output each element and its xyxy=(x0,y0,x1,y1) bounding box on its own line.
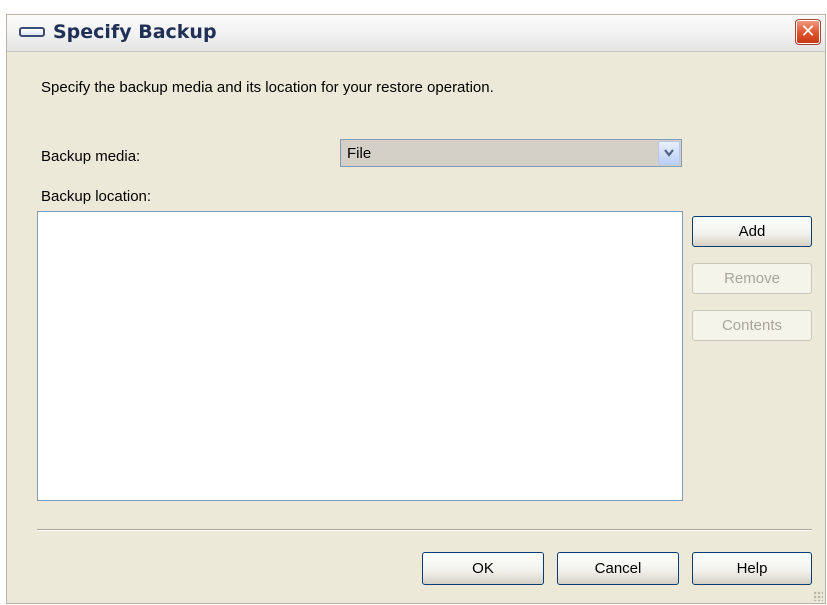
resize-grip-icon[interactable] xyxy=(813,591,823,601)
ok-button[interactable]: OK xyxy=(422,552,544,585)
divider xyxy=(37,529,812,531)
backup-location-label: Backup location: xyxy=(41,188,152,205)
backup-media-select[interactable]: File xyxy=(340,139,682,167)
title-bar[interactable]: Specify Backup ✕ xyxy=(7,15,825,52)
backup-location-list[interactable] xyxy=(37,211,683,501)
backup-media-label: Backup media: xyxy=(41,148,141,165)
window-icon xyxy=(19,27,45,37)
close-icon[interactable]: ✕ xyxy=(795,19,821,45)
instruction-text: Specify the backup media and its locatio… xyxy=(41,79,494,96)
specify-backup-dialog: Specify Backup ✕ Specify the backup medi… xyxy=(6,14,826,604)
help-button[interactable]: Help xyxy=(692,552,812,585)
window-title: Specify Backup xyxy=(53,21,217,43)
cancel-button[interactable]: Cancel xyxy=(557,552,679,585)
contents-button[interactable]: Contents xyxy=(692,310,812,341)
chevron-down-icon[interactable] xyxy=(658,141,680,165)
remove-button[interactable]: Remove xyxy=(692,263,812,294)
backup-media-value: File xyxy=(347,145,372,162)
add-button[interactable]: Add xyxy=(692,216,812,247)
